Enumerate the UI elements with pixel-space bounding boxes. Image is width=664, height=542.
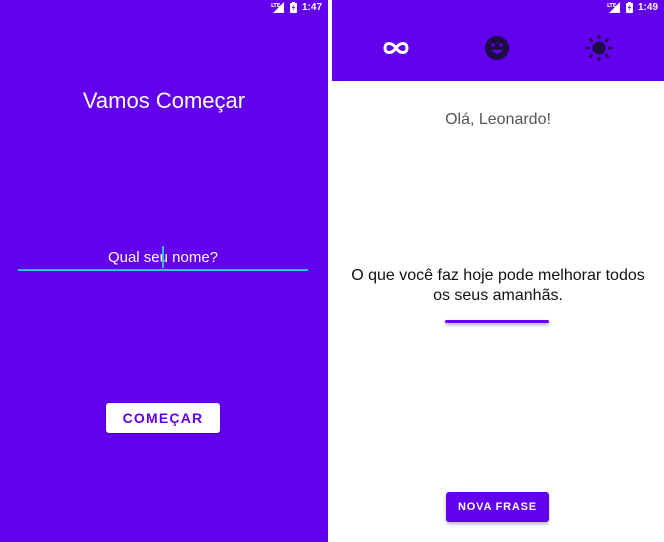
page-title: Vamos Começar xyxy=(82,88,246,113)
text-cursor xyxy=(162,246,164,268)
status-bar: LTE 1:49 xyxy=(332,0,664,14)
battery-icon xyxy=(289,1,297,13)
greeting-text: Olá, Leonardo! xyxy=(445,111,551,128)
tab-smiley[interactable] xyxy=(481,34,513,67)
infinity-icon xyxy=(380,39,412,62)
smiley-icon xyxy=(483,34,511,67)
tab-infinity[interactable] xyxy=(380,36,412,64)
quote-divider xyxy=(445,320,549,323)
name-input[interactable]: Qual seu nome? xyxy=(18,246,308,271)
quote-text: O que você faz hoje pode melhorar todos … xyxy=(351,267,645,304)
status-time: 1:47 xyxy=(301,1,322,13)
status-time: 1:49 xyxy=(637,1,658,13)
start-screen: LTE 1:47 Vamos Começar Qual seu nome? CO… xyxy=(0,0,328,542)
quote-screen: LTE 1:49 Olá, Leonardo! O que você faz h… xyxy=(332,0,664,542)
svg-text:LTE: LTE xyxy=(271,3,281,9)
new-quote-button[interactable]: NOVA FRASE xyxy=(446,492,549,522)
top-tab-bar: LTE 1:49 xyxy=(332,0,664,81)
signal-icon: LTE xyxy=(271,1,285,13)
tab-sun[interactable] xyxy=(583,34,615,67)
signal-icon: LTE xyxy=(607,1,621,13)
sun-icon xyxy=(585,34,613,67)
start-button[interactable]: COMEÇAR xyxy=(106,403,220,433)
battery-icon xyxy=(625,1,633,13)
svg-text:LTE: LTE xyxy=(607,3,617,9)
status-bar: LTE 1:47 xyxy=(0,0,328,14)
